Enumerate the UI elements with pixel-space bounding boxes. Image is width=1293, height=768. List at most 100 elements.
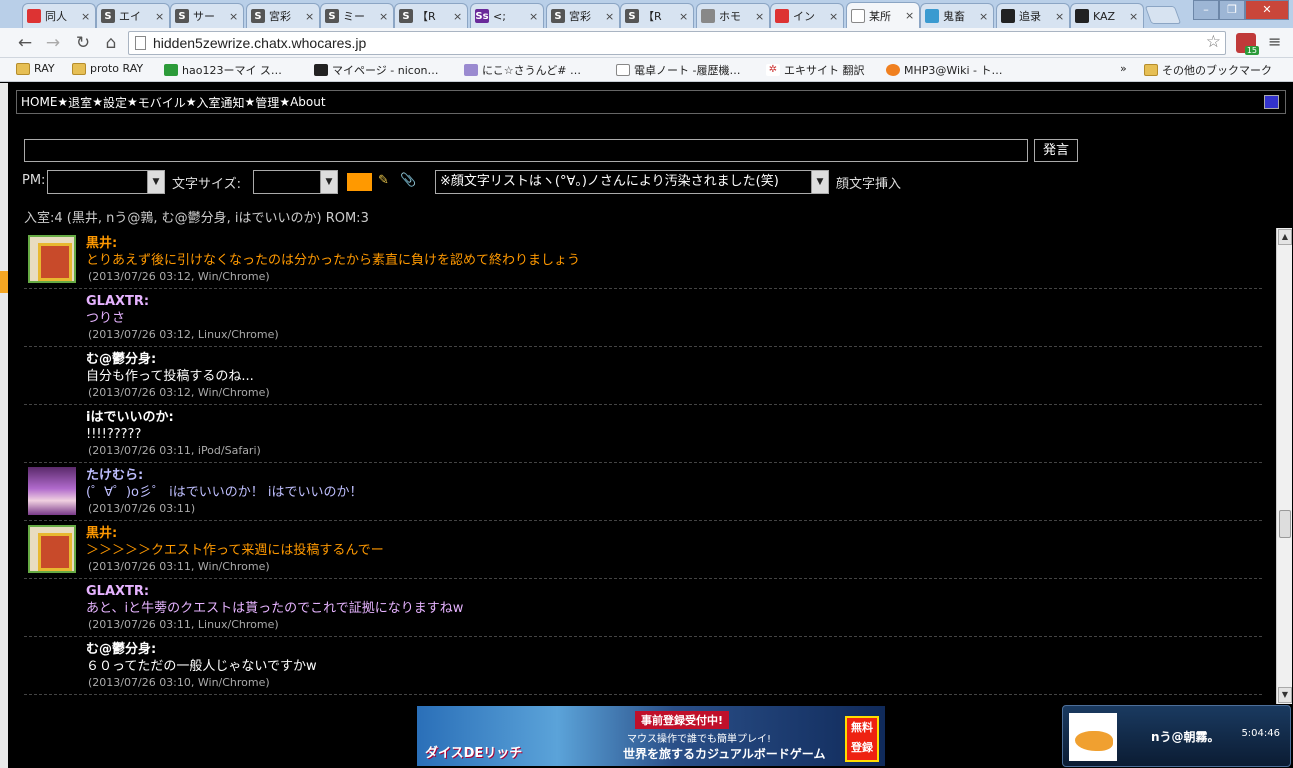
minimize-button[interactable]: – — [1193, 0, 1219, 20]
tab-close-icon[interactable]: × — [979, 10, 989, 23]
back-icon[interactable]: ← — [14, 32, 36, 54]
chat-scrollbar[interactable]: ▲ ▼ — [1276, 228, 1292, 704]
browser-tab[interactable]: S 宮彩 × — [546, 3, 620, 28]
scroll-down-icon[interactable]: ▼ — [1278, 687, 1292, 703]
bookmark-nicosound[interactable]: にこ☆さうんど# … — [464, 62, 581, 78]
forward-icon[interactable]: → — [42, 32, 64, 54]
nav-link[interactable]: 退室 — [68, 94, 92, 111]
message-author[interactable]: GLAXTR: — [86, 583, 1262, 600]
browser-tab[interactable]: イン × — [770, 3, 844, 28]
tab-close-icon[interactable]: × — [155, 10, 165, 23]
tab-close-icon[interactable]: × — [379, 10, 389, 23]
home-icon[interactable]: ⌂ — [100, 32, 122, 54]
address-bar[interactable]: hidden5zewrize.chatx.whocares.jp ☆ — [128, 31, 1226, 55]
browser-tab[interactable]: 某所 × — [846, 2, 920, 28]
tab-close-icon[interactable]: × — [679, 10, 689, 23]
folder-icon — [16, 62, 30, 75]
edge-marker[interactable] — [0, 271, 8, 293]
message-author[interactable]: む@鬱分身: — [86, 641, 1262, 658]
nav-link[interactable]: 入室通知 — [197, 94, 245, 111]
browser-tab[interactable]: 鬼畜 × — [920, 3, 994, 28]
message-author[interactable]: む@鬱分身: — [86, 351, 1262, 368]
browser-tab[interactable]: S エイ × — [96, 3, 170, 28]
nav-link[interactable]: 管理 — [255, 94, 279, 111]
tab-close-icon[interactable]: × — [453, 10, 463, 23]
bookmarks-overflow-button[interactable]: » — [1120, 62, 1127, 75]
bookmark-calc-note[interactable]: 電卓ノート -履歴機… — [616, 62, 740, 78]
maximize-button[interactable]: ❐ — [1219, 0, 1245, 20]
nav-separator: ★ — [244, 95, 256, 109]
avatar[interactable] — [28, 525, 76, 573]
message-author[interactable]: 黒井: — [86, 235, 1262, 252]
tab-close-icon[interactable]: × — [81, 10, 91, 23]
scroll-up-icon[interactable]: ▲ — [1278, 229, 1292, 245]
browser-tab[interactable]: 同人 × — [22, 3, 96, 28]
close-window-button[interactable]: ✕ — [1245, 0, 1289, 20]
paperclip-icon[interactable]: 📎 — [400, 173, 416, 188]
kaomoji-select-value: ※顔文字リストはヽ(°∀。)ノさんにより汚染されました(笑) — [440, 174, 779, 189]
nav-link[interactable]: 設定 — [103, 94, 127, 111]
chevron-down-icon[interactable]: ▼ — [147, 171, 164, 193]
ad-banner[interactable]: ダイスDEリッチ 事前登録受付中! マウス操作で誰でも簡単プレイ! 世界を旅する… — [417, 706, 885, 766]
bookmark-niconico[interactable]: マイページ - nicon… — [314, 62, 439, 78]
browser-tab[interactable]: S サー × — [170, 3, 244, 28]
bookmark-ray[interactable]: RAY — [16, 62, 55, 75]
chevron-down-icon[interactable]: ▼ — [320, 171, 337, 193]
browser-tab[interactable]: ホモ × — [696, 3, 770, 28]
theme-color-square[interactable] — [1264, 95, 1279, 109]
chat-nav: HOME ★ 退室 ★ 設定 ★ モバイル ★ 入室通知 ★ 管理 ★ About — [16, 90, 1286, 114]
color-picker-swatch[interactable] — [347, 173, 372, 191]
bookmark-label: マイページ - nicon… — [332, 64, 439, 77]
message-input[interactable] — [24, 139, 1028, 162]
chat-log: 黒井: とりあえず後に引けなくなったのは分かったから素直に負けを認めて終わりましょ… — [24, 231, 1262, 701]
kaomoji-insert-button[interactable]: 顔文字挿入 — [836, 173, 901, 192]
bookmark-star-icon[interactable]: ☆ — [1206, 32, 1221, 52]
tag-icon[interactable]: ✎ — [378, 173, 389, 188]
tab-close-icon[interactable]: × — [755, 10, 765, 23]
tab-close-icon[interactable]: × — [229, 10, 239, 23]
message-author[interactable]: iはでいいのか: — [86, 409, 1262, 426]
browser-tab[interactable]: KAZ × — [1070, 3, 1144, 28]
bookmark-proto-ray[interactable]: proto RAY — [72, 62, 143, 75]
bookmark-excite[interactable]: ✲ エキサイト 翻訳 — [766, 62, 865, 78]
desktop-notification[interactable]: nう@朝霧。 5:04:46 — [1062, 705, 1291, 767]
url-text[interactable]: hidden5zewrize.chatx.whocares.jp — [153, 35, 366, 51]
pm-select[interactable]: ▼ — [47, 170, 165, 194]
tab-close-icon[interactable]: × — [305, 10, 315, 23]
tab-close-icon[interactable]: × — [605, 10, 615, 23]
avatar[interactable] — [28, 235, 76, 283]
nav-link[interactable]: モバイル — [138, 94, 186, 111]
browser-tab[interactable]: S 宮彩 × — [246, 3, 320, 28]
nav-link[interactable]: HOME — [21, 95, 57, 109]
browser-tab[interactable]: S ミー × — [320, 3, 394, 28]
browser-tab[interactable]: Ss <; × — [470, 3, 544, 28]
extension-icon[interactable]: 15 — [1236, 33, 1259, 55]
bookmark-mhp3wiki[interactable]: MHP3@Wiki - ト… — [886, 62, 1002, 78]
browser-tab[interactable]: 追录 × — [996, 3, 1070, 28]
font-size-select[interactable]: ▼ — [253, 170, 338, 194]
menu-icon[interactable]: ≡ — [1268, 34, 1284, 50]
reload-icon[interactable]: ↻ — [72, 32, 94, 54]
tab-close-icon[interactable]: × — [829, 10, 839, 23]
kaomoji-select[interactable]: ※顔文字リストはヽ(°∀。)ノさんにより汚染されました(笑) ▼ — [435, 170, 829, 194]
nav-link[interactable]: About — [290, 95, 325, 109]
tab-close-icon[interactable]: × — [1129, 10, 1139, 23]
chevron-down-icon[interactable]: ▼ — [811, 171, 828, 193]
send-button[interactable]: 発言 — [1034, 139, 1078, 162]
message-text: ＞＞＞＞＞クエスト作って来週には投稿するんでー — [86, 543, 384, 558]
message-author[interactable]: たけむら: — [86, 467, 1262, 484]
scroll-thumb[interactable] — [1279, 510, 1291, 538]
new-tab-button[interactable] — [1144, 6, 1182, 24]
tab-title: イン — [793, 10, 815, 23]
other-bookmarks[interactable]: その他のブックマーク — [1144, 62, 1272, 78]
tab-close-icon[interactable]: × — [529, 10, 539, 23]
message-author[interactable]: GLAXTR: — [86, 293, 1262, 310]
tab-title: エイ — [119, 10, 141, 23]
message-author[interactable]: 黒井: — [86, 525, 1262, 542]
browser-tab[interactable]: S 【R × — [394, 3, 468, 28]
tab-close-icon[interactable]: × — [905, 9, 915, 22]
avatar[interactable] — [28, 467, 76, 515]
tab-close-icon[interactable]: × — [1055, 10, 1065, 23]
bookmark-hao123[interactable]: hao123ーマイ ス… — [164, 62, 282, 78]
browser-tab[interactable]: S 【R × — [620, 3, 694, 28]
